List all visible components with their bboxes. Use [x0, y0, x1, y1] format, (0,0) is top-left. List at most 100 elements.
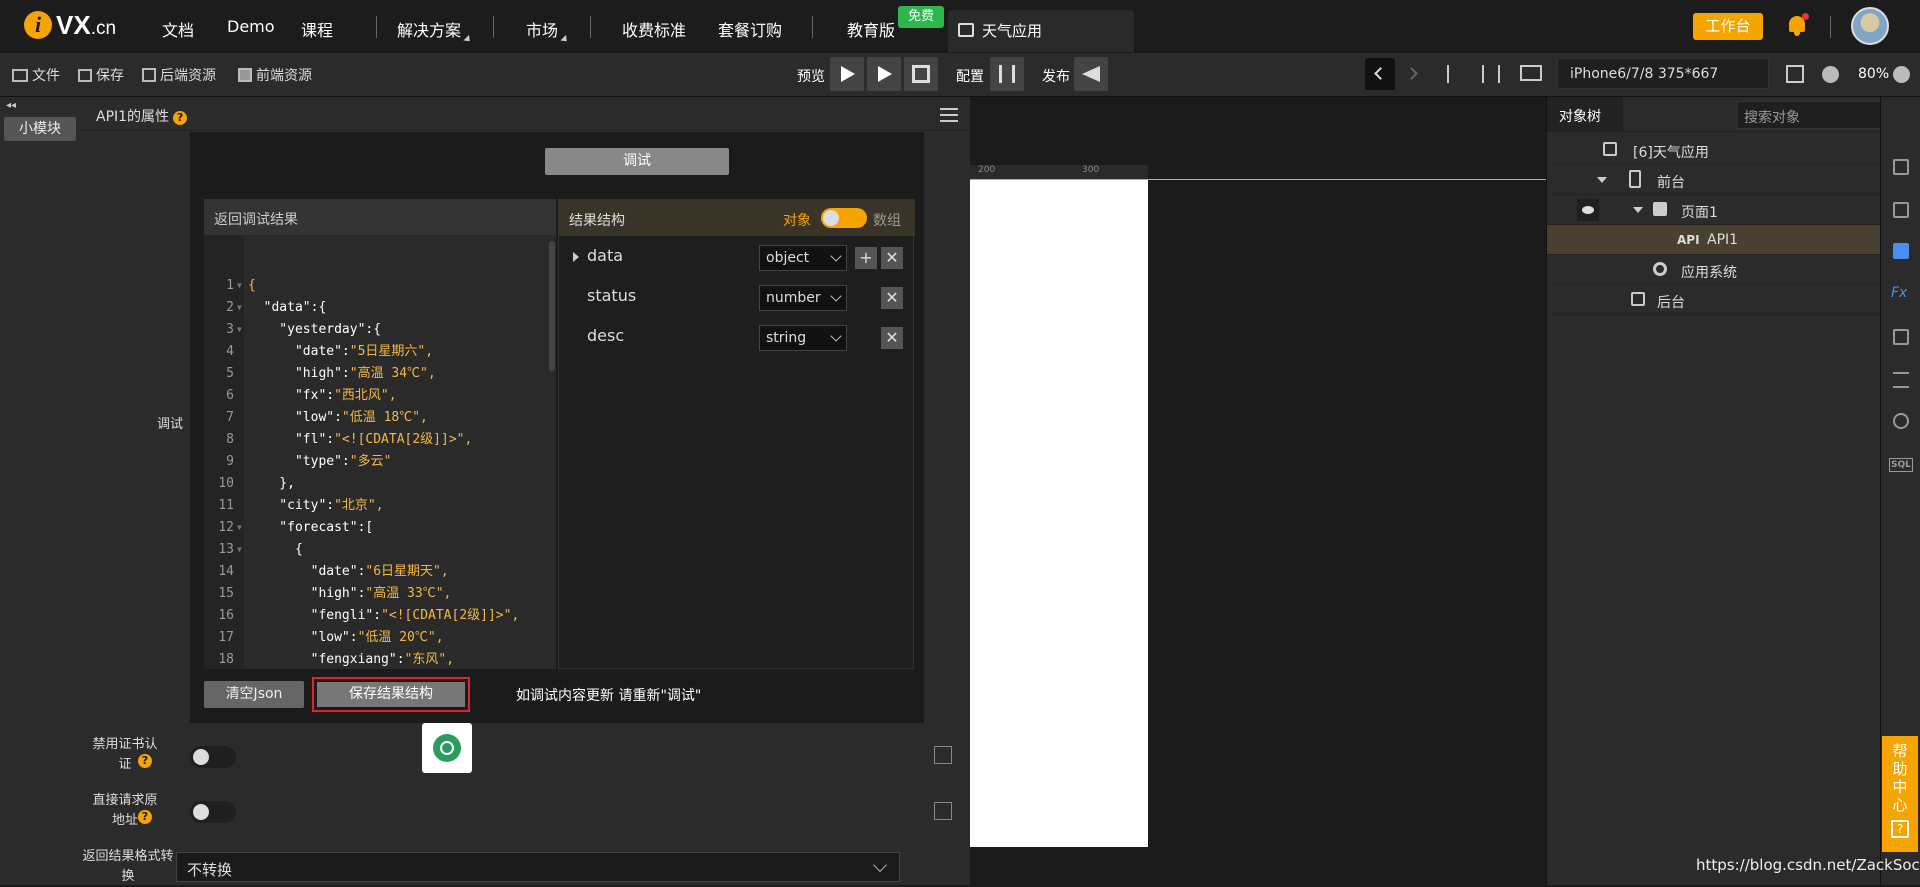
- expand-icon[interactable]: [573, 252, 579, 262]
- object-array-toggle[interactable]: [821, 208, 867, 228]
- frontend-resources-button[interactable]: 前端资源: [238, 65, 312, 85]
- result-format-select[interactable]: 不转换: [176, 852, 900, 882]
- workbench-button[interactable]: 工作台: [1693, 13, 1763, 40]
- info-icon[interactable]: [1893, 159, 1909, 175]
- component-icon[interactable]: [1893, 202, 1909, 218]
- json-code-editor[interactable]: 1 ▼{2 ▼ "data":{3 ▼ "yesterday":{4 "date":"…: [204, 235, 556, 669]
- tree-row-frontend[interactable]: 前台: [1547, 165, 1881, 195]
- fold-icon[interactable]: ▼: [237, 517, 242, 539]
- help-center-button[interactable]: 帮助中心 ?: [1882, 736, 1918, 852]
- nav-pricing[interactable]: 收费标准: [622, 17, 686, 41]
- tree-row-system[interactable]: 应用系统: [1547, 255, 1881, 285]
- remove-field-button[interactable]: ✕: [881, 247, 903, 269]
- publish-button[interactable]: [1074, 57, 1108, 91]
- swap-icon[interactable]: [1893, 372, 1909, 388]
- line-number: 15: [218, 586, 234, 601]
- tree-row-app[interactable]: [6]天气应用: [1547, 135, 1881, 165]
- help-icon[interactable]: ?: [138, 754, 152, 768]
- preview-page-button[interactable]: [867, 57, 901, 91]
- bell-icon[interactable]: [1786, 13, 1809, 37]
- line-number: 11: [218, 498, 234, 513]
- properties-title: API1的属性?: [96, 106, 188, 126]
- nav-demo[interactable]: Demo: [227, 17, 275, 36]
- zoom-in-icon[interactable]: [1893, 66, 1910, 83]
- fold-icon[interactable]: ▼: [237, 539, 242, 561]
- tree-row-label: 后台: [1657, 295, 1685, 311]
- object-search-input[interactable]: 搜索对象: [1737, 101, 1899, 129]
- save-structure-button[interactable]: 保存结果结构: [312, 677, 470, 712]
- avatar[interactable]: [1851, 7, 1889, 45]
- logo-icon[interactable]: i: [24, 11, 52, 39]
- menu-icon[interactable]: [940, 108, 958, 122]
- record-icon[interactable]: [1893, 413, 1909, 429]
- copy-icon[interactable]: [934, 802, 952, 820]
- code-text: "fx":"西北风",: [248, 385, 397, 407]
- distribute-icon[interactable]: [1482, 65, 1500, 83]
- code-text: {: [248, 275, 256, 297]
- save-button[interactable]: 保存: [78, 65, 124, 85]
- struct-type-select[interactable]: number: [759, 285, 847, 311]
- code-text: "type":"多云": [248, 451, 391, 473]
- copy-icon[interactable]: [1893, 329, 1909, 345]
- chat-icon[interactable]: [1893, 243, 1909, 259]
- struct-type-select[interactable]: string: [759, 325, 847, 351]
- disable-cert-switch[interactable]: [190, 746, 236, 768]
- fold-icon[interactable]: ▼: [237, 275, 242, 297]
- fold-icon[interactable]: ▼: [237, 297, 242, 319]
- phone-preview[interactable]: [970, 179, 1148, 847]
- nav-education[interactable]: 教育版: [847, 17, 895, 41]
- collapse-icon[interactable]: ◂◂: [6, 100, 16, 111]
- search-float-button[interactable]: [422, 723, 472, 773]
- debug-hint: 如调试内容更新 请重新"调试": [516, 688, 702, 704]
- code-scrollbar[interactable]: [549, 241, 555, 371]
- app-tab[interactable]: 天气应用: [948, 10, 1134, 52]
- fit-screen-icon[interactable]: [1786, 65, 1804, 83]
- design-canvas[interactable]: 200 300: [970, 97, 1546, 885]
- clear-json-button[interactable]: 清空Json: [204, 681, 304, 708]
- nav-market[interactable]: 市场: [526, 17, 570, 45]
- monitor-icon[interactable]: [1520, 65, 1542, 81]
- code-key: "low":: [248, 630, 358, 645]
- fold-icon[interactable]: ▼: [237, 319, 242, 341]
- nav-divider: [1830, 16, 1831, 38]
- help-icon[interactable]: ?: [173, 111, 188, 125]
- help-icon[interactable]: ?: [138, 810, 152, 824]
- code-key: "forecast":[: [248, 520, 374, 535]
- zoom-out-icon[interactable]: [1822, 66, 1839, 83]
- struct-type-select[interactable]: object: [759, 245, 847, 271]
- nav-solutions-label: 解决方案: [397, 21, 462, 40]
- backend-resources-button[interactable]: 后端资源: [142, 65, 216, 85]
- remove-field-button[interactable]: ✕: [881, 327, 903, 349]
- nav-plans[interactable]: 套餐订购: [718, 17, 782, 41]
- nav-courses[interactable]: 课程: [301, 17, 333, 41]
- back-button[interactable]: [1365, 58, 1395, 90]
- function-icon[interactable]: Fx: [1891, 285, 1907, 301]
- tree-row-api1[interactable]: API API1: [1547, 225, 1881, 255]
- small-module-button[interactable]: 小模块: [4, 117, 76, 141]
- debug-button[interactable]: 调试: [545, 148, 729, 175]
- line-number: 6: [226, 388, 234, 403]
- sql-icon[interactable]: SQL: [1889, 458, 1913, 472]
- nav-solutions[interactable]: 解决方案: [397, 17, 473, 45]
- code-line: 17 "low":"低温 20℃",: [204, 627, 556, 649]
- file-menu[interactable]: 文件: [12, 65, 60, 85]
- nav-docs[interactable]: 文档: [162, 17, 194, 41]
- copy-icon[interactable]: [934, 746, 952, 764]
- direct-request-switch[interactable]: [190, 801, 236, 823]
- tree-row-page1[interactable]: 页面1: [1547, 195, 1881, 225]
- device-select[interactable]: iPhone6/7/8 375*667: [1557, 58, 1769, 89]
- remove-field-button[interactable]: ✕: [881, 287, 903, 309]
- brand-logo[interactable]: VX.cn: [56, 10, 116, 41]
- add-field-button[interactable]: +: [855, 247, 877, 269]
- code-key: "yesterday":{: [248, 322, 382, 337]
- struct-row-name: status: [587, 286, 637, 305]
- tree-row-backend[interactable]: 后台: [1547, 285, 1881, 315]
- preview-play-button[interactable]: [830, 57, 864, 91]
- qrcode-preview-button[interactable]: [904, 57, 938, 91]
- align-icon[interactable]: [1447, 65, 1465, 83]
- code-text: "date":"6日星期天",: [248, 561, 449, 583]
- forward-button[interactable]: [1399, 58, 1429, 90]
- object-tree-tab[interactable]: 对象树: [1547, 97, 1623, 131]
- config-button[interactable]: [990, 57, 1024, 91]
- eye-icon[interactable]: [1577, 199, 1599, 221]
